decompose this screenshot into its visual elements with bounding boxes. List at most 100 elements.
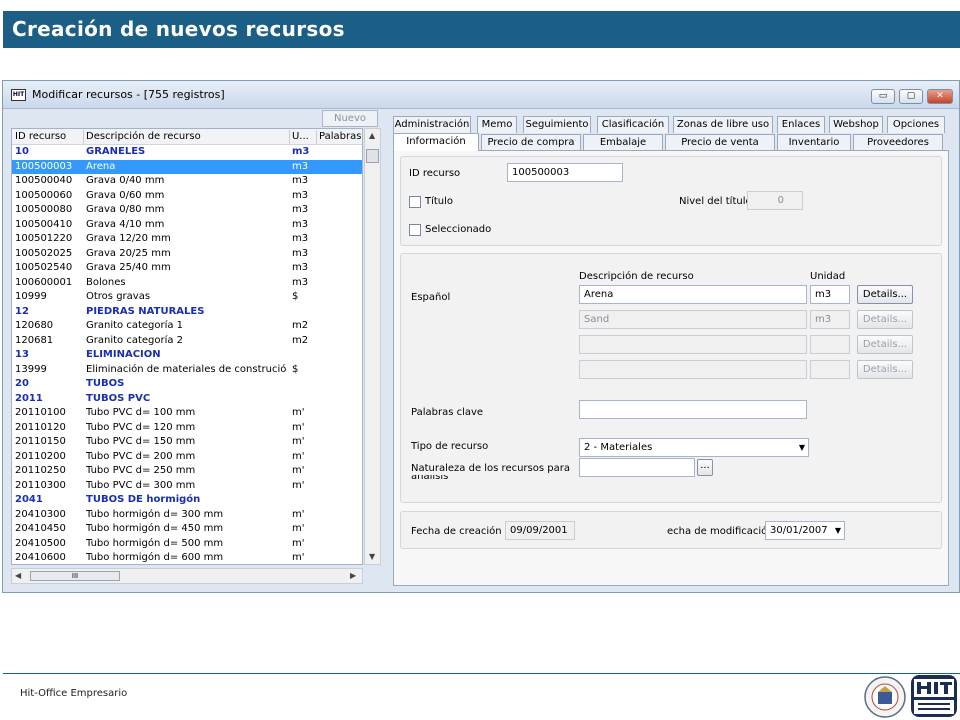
table-row[interactable]: 10 GRANELES m3 bbox=[12, 145, 362, 160]
row-unit-cell: m' bbox=[292, 421, 305, 433]
row-id-cell: 20410450 bbox=[15, 523, 66, 534]
table-row[interactable]: 2041 TUBOS DE hormigón bbox=[12, 493, 362, 508]
row-unit-cell: m' bbox=[292, 450, 305, 462]
table-row[interactable]: 100500410 Grava 4/10 mm m3 bbox=[12, 218, 362, 233]
keywords-field[interactable] bbox=[579, 400, 807, 419]
id-label: ID recurso bbox=[409, 168, 461, 179]
row-id-cell: 100502540 bbox=[15, 262, 73, 273]
titulo-checkbox[interactable] bbox=[409, 196, 421, 208]
nivel-titulo-stepper[interactable]: 0 bbox=[747, 191, 803, 210]
row-id-cell: 20410500 bbox=[15, 537, 66, 549]
table-row[interactable]: 100500003 Arena m3 bbox=[12, 159, 362, 174]
table-row[interactable]: 100500080 Grava 0/80 mm m3 bbox=[12, 203, 362, 218]
table-row[interactable]: 2011 TUBOS PVC bbox=[12, 392, 362, 407]
row-description-cell: TUBOS bbox=[86, 378, 125, 389]
new-button[interactable]: Nuevo bbox=[322, 110, 378, 127]
modified-date-picker[interactable]: 30/01/2007 ▼ bbox=[765, 521, 845, 540]
table-row[interactable]: 20110300 Tubo PVC d= 300 mm m' bbox=[12, 479, 362, 494]
unit-field[interactable]: m3 bbox=[810, 285, 850, 304]
tab-informacion[interactable]: Información bbox=[393, 133, 479, 151]
table-row[interactable]: 100500060 Grava 0/60 mm m3 bbox=[12, 189, 362, 204]
horizontal-scroll-thumb[interactable]: III bbox=[30, 571, 120, 581]
table-row[interactable]: 100502025 Grava 20/25 mm m3 bbox=[12, 247, 362, 262]
row-description-cell: PIEDRAS NATURALES bbox=[86, 305, 205, 317]
scroll-up-icon[interactable]: ▲ bbox=[369, 131, 375, 140]
id-field[interactable]: 100500003 bbox=[507, 163, 623, 182]
tab-enlaces[interactable]: Enlaces bbox=[777, 116, 825, 133]
table-row[interactable]: 100500040 Grava 0/40 mm m3 bbox=[12, 174, 362, 189]
tab-administracion[interactable]: Administración bbox=[393, 116, 471, 133]
table-row[interactable]: 20410300 Tubo hormigón d= 300 mm m' bbox=[12, 508, 362, 523]
tab-precio-compra[interactable]: Precio de compra bbox=[481, 134, 581, 151]
tab-precio-venta[interactable]: Precio de venta bbox=[665, 134, 775, 151]
scroll-down-icon[interactable]: ▼ bbox=[369, 552, 375, 561]
column-header-unit[interactable]: U... bbox=[292, 131, 316, 142]
tab-clasificacion[interactable]: Clasificación bbox=[597, 116, 669, 133]
window-titlebar[interactable]: HIT Modificar recursos - [755 registros]… bbox=[3, 81, 959, 109]
row-description-cell: Tubo PVC d= 120 mm bbox=[86, 421, 196, 433]
row-description-cell: Eliminación de materiales de construción bbox=[86, 363, 286, 375]
row-id-cell: 100500410 bbox=[15, 218, 73, 230]
table-row[interactable]: 20 TUBOS bbox=[12, 377, 362, 392]
row-id-cell: 20 bbox=[15, 378, 29, 389]
vertical-scrollbar[interactable]: ▲ ▼ bbox=[364, 128, 381, 565]
description-field[interactable]: Arena bbox=[579, 285, 807, 304]
scroll-right-icon[interactable]: ▶ bbox=[350, 571, 356, 580]
table-row[interactable]: 100600001 Bolones m3 bbox=[12, 276, 362, 291]
table-row[interactable]: 20410600 Tubo hormigón d= 600 mm m' bbox=[12, 551, 362, 564]
table-row[interactable]: 100502540 Grava 25/40 mm m3 bbox=[12, 261, 362, 276]
vertical-scroll-thumb[interactable] bbox=[366, 149, 379, 163]
row-description-cell: Otros gravas bbox=[86, 291, 151, 302]
tab-memo[interactable]: Memo bbox=[477, 116, 517, 133]
nivel-titulo-label: Nivel del título bbox=[679, 196, 752, 207]
resource-grid[interactable]: ID recurso Descripción de recurso U... P… bbox=[11, 128, 363, 565]
table-row[interactable]: 20110200 Tubo PVC d= 200 mm m' bbox=[12, 450, 362, 465]
table-row[interactable]: 13 ELIMINACION bbox=[12, 348, 362, 363]
tab-webshop[interactable]: Webshop bbox=[829, 116, 883, 133]
tab-zonas-libre-uso[interactable]: Zonas de libre uso bbox=[673, 116, 773, 133]
details-button[interactable]: Details... bbox=[857, 285, 913, 304]
unit-field bbox=[810, 335, 850, 354]
modified-date-label: echa de modificación bbox=[667, 526, 774, 537]
column-header-keywords[interactable]: Palabras c bbox=[319, 131, 362, 142]
table-row[interactable]: 12 PIEDRAS NATURALES bbox=[12, 305, 362, 320]
chevron-down-icon: ▼ bbox=[798, 443, 805, 452]
table-row[interactable]: 10999 Otros gravas $ bbox=[12, 290, 362, 305]
tab-inventario[interactable]: Inventario bbox=[777, 134, 851, 151]
resource-type-select[interactable]: 2 - Materiales ▼ bbox=[579, 438, 809, 457]
row-unit-cell: m3 bbox=[292, 233, 309, 244]
nature-field[interactable] bbox=[579, 458, 695, 477]
table-row[interactable]: 20110250 Tubo PVC d= 250 mm m' bbox=[12, 464, 362, 479]
nature-browse-button[interactable]: ... bbox=[697, 459, 713, 476]
row-unit-cell: m2 bbox=[292, 334, 309, 346]
row-description-cell: Granito categoría 2 bbox=[86, 334, 184, 346]
maximize-button[interactable]: ▢ bbox=[899, 89, 923, 104]
close-button[interactable]: ✕ bbox=[927, 89, 953, 104]
row-description-cell: Tubo hormigón d= 450 mm bbox=[86, 523, 224, 534]
tab-seguimiento[interactable]: Seguimiento bbox=[523, 116, 591, 133]
table-row[interactable]: 100501220 Grava 12/20 mm m3 bbox=[12, 232, 362, 247]
table-row[interactable]: 120680 Granito categoría 1 m2 bbox=[12, 319, 362, 334]
table-row[interactable]: 20110120 Tubo PVC d= 120 mm m' bbox=[12, 421, 362, 436]
tab-proveedores[interactable]: Proveedores bbox=[853, 134, 943, 151]
row-description-cell: Grava 0/60 mm bbox=[86, 189, 165, 201]
horizontal-scrollbar[interactable]: ◀ III ▶ bbox=[11, 568, 363, 584]
table-row[interactable]: 20410450 Tubo hormigón d= 450 mm m' bbox=[12, 522, 362, 537]
table-row[interactable]: 13999 Eliminación de materiales de constr… bbox=[12, 363, 362, 378]
tab-opciones[interactable]: Opciones bbox=[887, 116, 945, 133]
row-id-cell: 10 bbox=[15, 146, 29, 157]
column-header-id[interactable]: ID recurso bbox=[15, 131, 83, 142]
seleccionado-checkbox[interactable] bbox=[409, 224, 421, 236]
tab-embalaje[interactable]: Embalaje bbox=[583, 134, 663, 151]
table-row[interactable]: 20410500 Tubo hormigón d= 500 mm m' bbox=[12, 537, 362, 552]
scroll-left-icon[interactable]: ◀ bbox=[15, 571, 21, 580]
row-description-cell: Grava 20/25 mm bbox=[86, 247, 171, 259]
minimize-button[interactable]: ▭ bbox=[871, 89, 895, 104]
row-unit-cell: m' bbox=[292, 407, 305, 418]
column-header-description[interactable]: Descripción de recurso bbox=[86, 131, 286, 142]
resource-type-value: 2 - Materiales bbox=[584, 442, 653, 453]
table-row[interactable]: 20110150 Tubo PVC d= 150 mm m' bbox=[12, 435, 362, 450]
table-row[interactable]: 120681 Granito categoría 2 m2 bbox=[12, 334, 362, 349]
table-row[interactable]: 20110100 Tubo PVC d= 100 mm m' bbox=[12, 406, 362, 421]
seleccionado-label: Seleccionado bbox=[425, 224, 492, 235]
